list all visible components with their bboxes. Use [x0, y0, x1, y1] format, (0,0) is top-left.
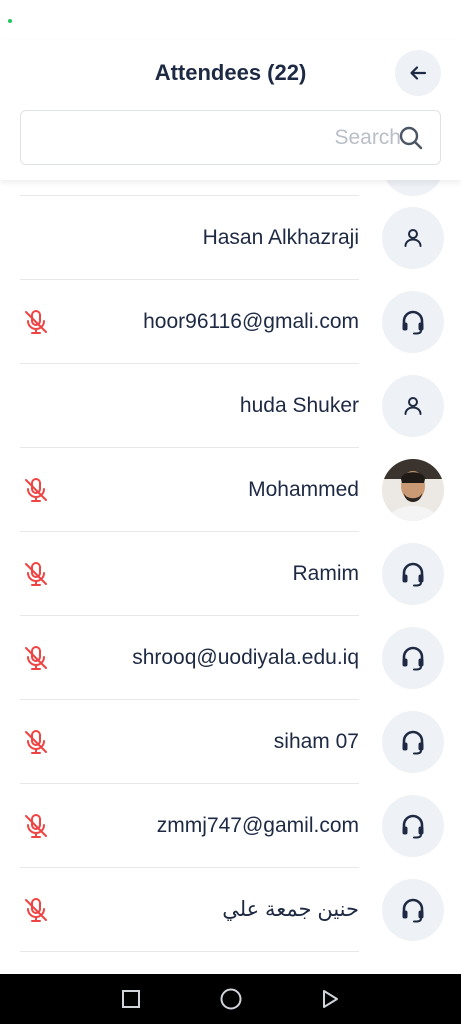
avatar[interactable] — [382, 543, 444, 605]
attendee-name: Ramim — [292, 562, 360, 585]
attendee-row[interactable]: siham 07 — [0, 700, 461, 784]
mic-muted-icon[interactable] — [22, 476, 50, 504]
avatar[interactable] — [382, 375, 444, 437]
mic-muted-icon[interactable] — [22, 728, 50, 756]
avatar[interactable] — [382, 207, 444, 269]
avatar[interactable] — [382, 291, 444, 353]
avatar[interactable] — [382, 795, 444, 857]
mic-muted-icon[interactable] — [22, 308, 50, 336]
user-photo — [382, 459, 444, 521]
list-item-partial — [20, 180, 359, 196]
attendee-name: حنين جمعة علي — [222, 898, 359, 921]
row-divider — [20, 951, 359, 952]
headset-icon — [402, 562, 424, 587]
system-nav-bar — [0, 974, 461, 1024]
attendee-row[interactable]: حنين جمعة علي — [0, 868, 461, 952]
mic-muted-button[interactable] — [22, 728, 50, 756]
attendee-list[interactable]: Hasan Alkhazraji hoor96116@gmali.com huda … — [0, 180, 461, 960]
attendee-name: Mohammed — [248, 478, 359, 501]
avatar[interactable] — [382, 459, 444, 521]
attendee-row[interactable]: Ramim — [0, 532, 461, 616]
headset-icon — [402, 814, 424, 839]
attendee-row[interactable]: zmmj747@gamil.com — [0, 784, 461, 868]
mic-muted-button[interactable] — [22, 476, 50, 504]
mic-muted-button[interactable] — [22, 560, 50, 588]
mic-muted-icon[interactable] — [22, 560, 50, 588]
status-bar — [0, 0, 461, 40]
attendee-row[interactable]: Mohammed — [0, 448, 461, 532]
headset-icon — [402, 310, 424, 335]
search-input[interactable] — [31, 111, 401, 164]
attendee-row[interactable]: hoor96116@gmali.com — [0, 280, 461, 364]
headset-icon — [402, 730, 424, 755]
mic-muted-button[interactable] — [22, 308, 50, 336]
back-triangle-icon[interactable] — [319, 988, 341, 1010]
attendee-row[interactable]: huda Shuker — [0, 364, 461, 448]
attendee-row[interactable]: Hasan Alkhazraji — [0, 196, 461, 280]
back-button[interactable] — [395, 50, 441, 96]
avatar[interactable] — [382, 627, 444, 689]
mic-muted-icon[interactable] — [22, 896, 50, 924]
headset-icon — [402, 898, 424, 923]
attendees-header: Attendees (22) — [0, 40, 461, 180]
attendee-name: zmmj747@gamil.com — [156, 814, 359, 837]
mic-muted-icon[interactable] — [22, 644, 50, 672]
attendee-name: Hasan Alkhazraji — [202, 226, 359, 249]
search-icon[interactable] — [398, 125, 424, 151]
avatar[interactable] — [382, 711, 444, 773]
avatar-partial — [382, 180, 444, 196]
attendee-name: huda Shuker — [239, 394, 359, 417]
mic-muted-button[interactable] — [22, 812, 50, 840]
mic-muted-button[interactable] — [22, 644, 50, 672]
search-box[interactable] — [20, 110, 441, 165]
mic-muted-icon[interactable] — [22, 812, 50, 840]
home-icon[interactable] — [219, 987, 243, 1011]
mic-muted-button[interactable] — [22, 896, 50, 924]
status-indicator-dot — [8, 19, 12, 23]
attendee-name: hoor96116@gmali.com — [143, 310, 359, 333]
headset-icon — [402, 646, 424, 671]
person-icon — [404, 397, 422, 415]
avatar[interactable] — [382, 879, 444, 941]
page-title: Attendees (22) — [154, 60, 307, 85]
attendee-name: siham 07 — [273, 730, 359, 753]
attendee-name: shrooq@uodiyala.edu.iq — [132, 646, 359, 669]
attendee-row[interactable]: shrooq@uodiyala.edu.iq — [0, 616, 461, 700]
person-icon — [404, 229, 422, 247]
recent-apps-icon[interactable] — [120, 988, 142, 1010]
arrow-left-icon — [410, 66, 427, 80]
